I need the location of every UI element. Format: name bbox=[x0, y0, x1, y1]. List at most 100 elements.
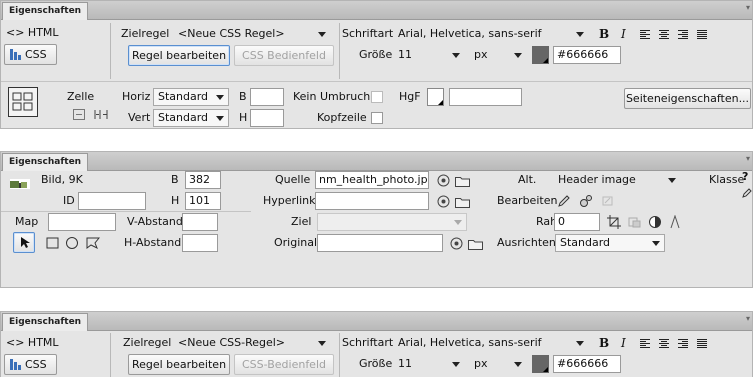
folder-icon[interactable] bbox=[468, 238, 483, 250]
height-input[interactable] bbox=[250, 109, 284, 127]
target-rule-select[interactable]: <Neue CSS-Regel> bbox=[173, 334, 331, 352]
unit-select[interactable]: px bbox=[469, 46, 527, 64]
brightness-icon[interactable] bbox=[648, 215, 662, 229]
align-right-icon[interactable] bbox=[678, 30, 688, 39]
update-original-icon[interactable] bbox=[601, 194, 615, 208]
edit-css-icon[interactable] bbox=[742, 188, 752, 198]
align-select[interactable]: Standard bbox=[555, 234, 665, 252]
nowrap-checkbox[interactable] bbox=[371, 91, 383, 103]
panel-menu-icon[interactable]: ▾ bbox=[746, 314, 750, 323]
italic-button[interactable]: I bbox=[621, 334, 626, 352]
edit-rule-button[interactable]: Regel bearbeiten bbox=[128, 45, 230, 66]
map-input[interactable] bbox=[48, 213, 116, 231]
sharpen-icon[interactable] bbox=[669, 215, 681, 229]
target-rule-label: Zielregel bbox=[123, 336, 172, 349]
chevron-down-icon bbox=[576, 32, 584, 37]
align-center-icon[interactable] bbox=[659, 30, 669, 39]
point-to-file-icon[interactable] bbox=[437, 174, 450, 187]
align-left-icon[interactable] bbox=[640, 339, 650, 348]
hspace-input[interactable] bbox=[182, 234, 218, 252]
page-properties-button[interactable]: Seiteneigenschaften... bbox=[624, 88, 751, 109]
align-right-icon[interactable] bbox=[678, 339, 688, 348]
color-swatch[interactable] bbox=[532, 46, 549, 64]
folder-icon[interactable] bbox=[455, 175, 470, 187]
italic-button[interactable]: I bbox=[621, 25, 626, 43]
height-input[interactable]: 101 bbox=[185, 192, 221, 210]
target-select[interactable] bbox=[317, 213, 467, 231]
align-center-icon[interactable] bbox=[659, 339, 669, 348]
chevron-down-icon bbox=[652, 241, 660, 246]
align-justify-icon[interactable] bbox=[697, 339, 707, 348]
pencil-icon[interactable] bbox=[557, 194, 571, 208]
edit-settings-icon[interactable] bbox=[579, 194, 593, 208]
alt-label: Alt. bbox=[518, 173, 537, 186]
horz-select[interactable]: Standard bbox=[153, 88, 229, 106]
target-rule-select[interactable]: <Neue CSS Regel> bbox=[173, 25, 331, 43]
css-mode-button[interactable]: CSS bbox=[4, 44, 57, 65]
panel-tab[interactable]: Eigenschaften bbox=[2, 313, 89, 331]
panel-menu-icon[interactable]: ▾ bbox=[746, 3, 750, 12]
color-input[interactable]: #666666 bbox=[553, 355, 621, 373]
id-input[interactable] bbox=[78, 192, 146, 210]
panel-tabbar: Eigenschaften ▾ bbox=[1, 1, 752, 20]
size-label: Größe bbox=[359, 357, 393, 370]
color-input[interactable]: #666666 bbox=[553, 46, 621, 64]
panel-menu-icon[interactable]: ▾ bbox=[746, 154, 750, 163]
point-to-file-icon[interactable] bbox=[437, 195, 450, 208]
resample-icon[interactable] bbox=[628, 215, 642, 229]
folder-icon[interactable] bbox=[455, 196, 470, 208]
css-mode-button[interactable]: CSS bbox=[4, 354, 57, 375]
css-mode-label: CSS bbox=[25, 48, 47, 61]
html-mode-button[interactable]: <> HTML bbox=[6, 334, 59, 352]
source-input[interactable]: nm_health_photo.jpg bbox=[315, 171, 429, 189]
edit-rule-button[interactable]: Regel bearbeiten bbox=[128, 354, 230, 375]
align-left-icon[interactable] bbox=[640, 30, 650, 39]
link-input[interactable] bbox=[315, 192, 429, 210]
width-input[interactable]: 382 bbox=[185, 171, 221, 189]
border-input[interactable]: 0 bbox=[554, 213, 600, 231]
font-select[interactable]: Arial, Helvetica, sans-serif bbox=[393, 25, 589, 43]
css-mode-label: CSS bbox=[25, 358, 47, 371]
help-icon[interactable]: ? bbox=[742, 168, 748, 186]
bgcolor-swatch[interactable] bbox=[427, 88, 444, 106]
divider bbox=[1, 81, 752, 82]
bold-button[interactable]: B bbox=[599, 334, 609, 352]
alt-select[interactable]: Header image bbox=[553, 171, 681, 189]
panel-tab[interactable]: Eigenschaften bbox=[2, 2, 89, 20]
css-panel-button[interactable]: CSS-Bedienfeld bbox=[234, 354, 334, 375]
pointer-hotspot-tool[interactable] bbox=[13, 232, 35, 253]
vspace-input[interactable] bbox=[182, 213, 218, 231]
vert-select[interactable]: Standard bbox=[153, 109, 229, 127]
crop-icon[interactable] bbox=[607, 215, 621, 229]
polygon-hotspot-icon[interactable] bbox=[86, 236, 100, 250]
css-icon bbox=[10, 49, 21, 60]
font-label: Schriftart bbox=[342, 336, 394, 349]
header-checkbox[interactable] bbox=[371, 112, 383, 124]
bgcolor-input[interactable] bbox=[449, 88, 522, 106]
html-mode-button[interactable]: <> HTML bbox=[6, 24, 59, 42]
merge-cells-icon[interactable] bbox=[73, 109, 85, 120]
css-panel-button[interactable]: CSS Bedienfeld bbox=[234, 45, 334, 66]
align-justify-icon[interactable] bbox=[697, 30, 707, 39]
panel-tab[interactable]: Eigenschaften bbox=[2, 153, 89, 171]
rectangle-hotspot-icon[interactable] bbox=[46, 236, 60, 250]
font-select[interactable]: Arial, Helvetica, sans-serif bbox=[393, 334, 589, 352]
color-swatch[interactable] bbox=[532, 355, 549, 373]
divider bbox=[339, 333, 340, 377]
arrow-pointer-icon bbox=[21, 237, 30, 248]
width-input[interactable] bbox=[250, 88, 284, 106]
circle-hotspot-icon[interactable] bbox=[65, 236, 79, 250]
size-select[interactable]: 11 bbox=[393, 355, 465, 373]
vert-label: Vert bbox=[128, 111, 151, 124]
id-label: ID bbox=[63, 194, 75, 207]
width-label: B bbox=[171, 173, 179, 186]
original-input[interactable] bbox=[317, 234, 443, 252]
split-cell-icon[interactable] bbox=[94, 109, 108, 120]
size-select[interactable]: 11 bbox=[393, 46, 465, 64]
unit-select[interactable]: px bbox=[469, 355, 527, 373]
point-to-file-icon[interactable] bbox=[450, 237, 463, 250]
bold-button[interactable]: B bbox=[599, 25, 609, 43]
height-label: H bbox=[171, 194, 180, 207]
vspace-label: V-Abstand bbox=[127, 215, 183, 228]
chevron-down-icon bbox=[452, 53, 460, 58]
